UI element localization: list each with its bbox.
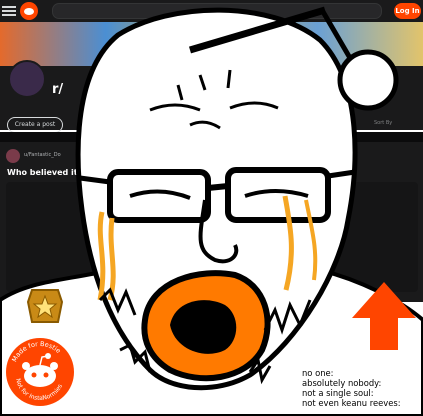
caption-line: not a single soul:: [302, 388, 374, 398]
caption-line: absolutely nobody:: [302, 378, 382, 388]
caption-line: no one:: [302, 368, 334, 378]
award-icon: [26, 289, 64, 323]
meme-caption: no one: absolutely nobody: not a single …: [302, 368, 401, 408]
made-for-bestie-badge: Made for Bestie Not for InstaNormies: [6, 338, 74, 406]
upvote-arrow-icon: [352, 282, 416, 350]
caption-line: not even keanu reeves:: [302, 398, 401, 408]
